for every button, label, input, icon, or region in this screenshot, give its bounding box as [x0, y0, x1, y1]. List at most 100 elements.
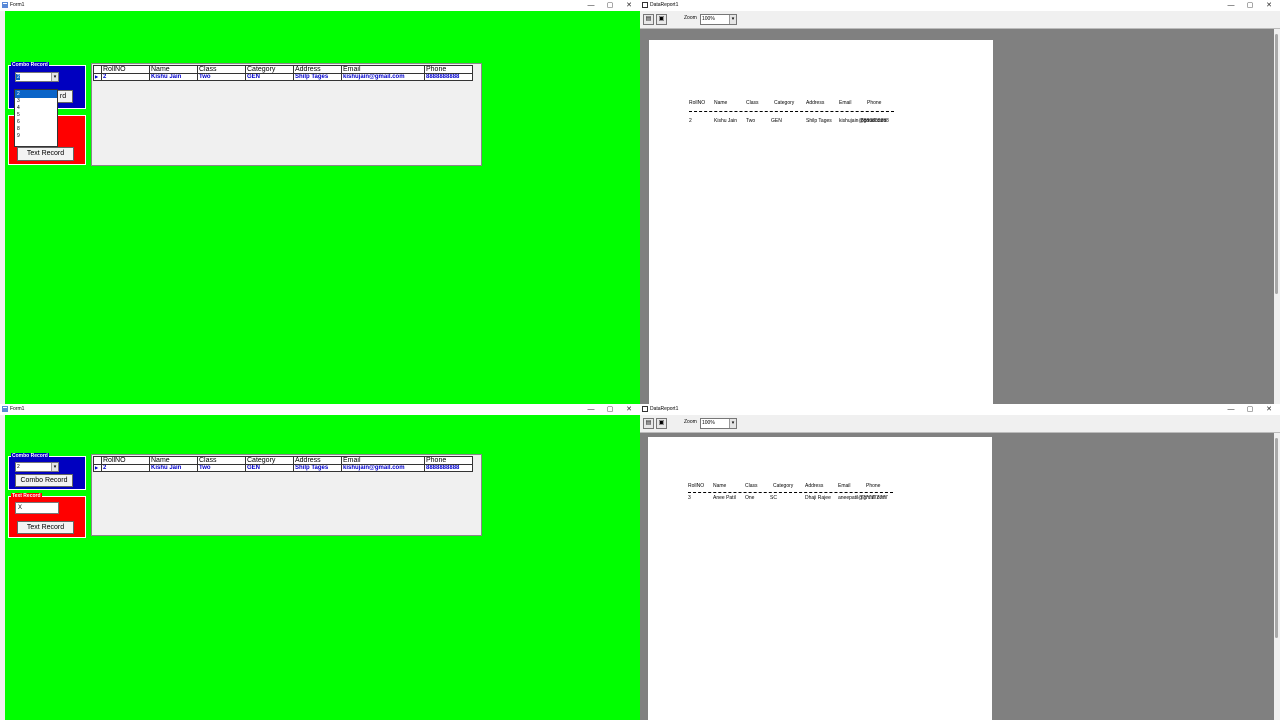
table-cell[interactable]: kishujain@gmail.com — [341, 464, 425, 472]
combo-dropdown-list[interactable]: 2 3 4 5 6 8 9 — [14, 89, 58, 147]
row-indicator-icon: ▶ — [93, 464, 102, 472]
title-bar: DataReport1 — ▢ ✕ — [640, 0, 1280, 11]
table-cell[interactable]: Kishu Jain — [149, 464, 198, 472]
chevron-down-icon[interactable]: ▾ — [729, 15, 736, 24]
chevron-down-icon[interactable]: ▾ — [51, 73, 58, 81]
window-title: DataReport1 — [650, 2, 679, 8]
minimize-button[interactable]: — — [582, 404, 600, 415]
data-grid[interactable]: RollNO Name Class Category Address Email… — [91, 454, 482, 536]
record-combo[interactable]: 2 ▾ — [15, 462, 59, 472]
chevron-down-icon[interactable]: ▾ — [51, 463, 58, 471]
close-button[interactable]: ✕ — [620, 0, 638, 11]
table-cell[interactable]: 2 — [101, 464, 150, 472]
table-cell[interactable]: Shilp Tages — [293, 73, 342, 81]
dropdown-option[interactable]: 5 — [15, 112, 57, 119]
table-cell[interactable]: GEN — [245, 464, 294, 472]
dropdown-option[interactable]: 9 — [15, 133, 57, 140]
report-header: Name — [713, 483, 727, 489]
table-cell[interactable]: 8888888888 — [424, 73, 473, 81]
zoom-label: Zoom — [684, 419, 697, 425]
column-header[interactable]: Phone — [424, 65, 473, 74]
minimize-button[interactable]: — — [1222, 404, 1240, 415]
table-cell[interactable]: Two — [197, 464, 246, 472]
button-label: Text Record — [26, 150, 65, 157]
text-record-input[interactable]: X — [15, 502, 59, 514]
maximize-button[interactable]: ▢ — [601, 404, 619, 415]
table-cell[interactable]: Two — [197, 73, 246, 81]
scrollbar-thumb[interactable] — [1275, 34, 1278, 294]
printer-icon[interactable]: ▤ — [643, 418, 654, 429]
close-button[interactable]: ✕ — [620, 404, 638, 415]
column-header[interactable]: Name — [149, 65, 198, 74]
column-header[interactable]: Name — [149, 456, 198, 465]
dropdown-option[interactable]: 2 — [15, 90, 57, 98]
report-value: 3 — [688, 495, 691, 501]
table-cell[interactable]: Kishu Jain — [149, 73, 198, 81]
report-header: Email — [839, 100, 852, 106]
report-value: Shilp Tages — [806, 118, 832, 124]
minimize-button[interactable]: — — [1222, 0, 1240, 11]
vertical-scrollbar[interactable] — [1274, 433, 1280, 720]
vertical-scrollbar[interactable] — [1274, 29, 1280, 404]
table-cell[interactable]: kishujain@gmail.com — [341, 73, 425, 81]
zoom-value: 100% — [702, 420, 715, 426]
column-header[interactable]: Address — [293, 456, 342, 465]
column-header[interactable]: Email — [341, 456, 425, 465]
report-value: One — [745, 495, 755, 501]
data-grid[interactable]: RollNO Name Class Category Address Email… — [91, 63, 482, 166]
report-header: Address — [805, 483, 824, 489]
column-header[interactable]: RollNO — [101, 456, 150, 465]
dropdown-option[interactable]: 4 — [15, 105, 57, 112]
column-header[interactable]: Email — [341, 65, 425, 74]
dropdown-option[interactable]: 8 — [15, 126, 57, 133]
report-viewport: RollNO Name Class Category Address Email… — [640, 29, 1280, 404]
column-header[interactable]: RollNO — [101, 65, 150, 74]
text-record-button[interactable]: Text Record — [17, 521, 74, 534]
export-icon[interactable]: ▣ — [656, 14, 667, 25]
zoom-select[interactable]: 100% ▾ — [700, 14, 737, 25]
form-window-bottom: Form1 — ▢ ✕ Combo Record 2 ▾ Combo Recor… — [0, 404, 640, 720]
column-header[interactable]: Phone — [424, 456, 473, 465]
dropdown-option[interactable]: 6 — [15, 119, 57, 126]
report-icon — [642, 2, 648, 8]
column-header[interactable]: Category — [245, 65, 294, 74]
report-value: SC — [770, 495, 777, 501]
minimize-button[interactable]: — — [582, 0, 600, 11]
combo-record-button[interactable]: Combo Record — [15, 474, 73, 487]
table-cell[interactable]: 8888888888 — [424, 464, 473, 472]
table-cell[interactable]: GEN — [245, 73, 294, 81]
frame-label: Text Record — [11, 493, 42, 499]
window-title: Form1 — [10, 2, 25, 8]
maximize-button[interactable]: ▢ — [1241, 404, 1259, 415]
button-label: Combo Record — [20, 477, 68, 484]
maximize-button[interactable]: ▢ — [1241, 0, 1259, 11]
export-icon[interactable]: ▣ — [656, 418, 667, 429]
table-cell[interactable]: 2 — [101, 73, 150, 81]
zoom-select[interactable]: 100% ▾ — [700, 418, 737, 429]
report-toolbar: ▤ ▣ Zoom 100% ▾ — [640, 415, 1280, 433]
chevron-down-icon[interactable]: ▾ — [729, 419, 736, 428]
scrollbar-thumb[interactable] — [1275, 438, 1278, 638]
column-header[interactable]: Address — [293, 65, 342, 74]
grid-corner — [93, 65, 102, 74]
table-row[interactable]: ▶ 2 Kishu Jain Two GEN Shilp Tages kishu… — [93, 464, 473, 472]
table-row[interactable]: ▶ 2 Kishu Jain Two GEN Shilp Tages kishu… — [93, 73, 473, 81]
column-header[interactable]: Class — [197, 456, 246, 465]
maximize-button[interactable]: ▢ — [601, 0, 619, 11]
report-header: Address — [806, 100, 825, 106]
close-button[interactable]: ✕ — [1260, 0, 1278, 11]
record-combo[interactable]: 2 ▾ — [15, 72, 59, 82]
text-record-button[interactable]: Text Record — [17, 147, 74, 161]
grid-corner — [93, 456, 102, 465]
combo-value: 2 — [16, 74, 20, 80]
report-header: Name — [714, 100, 728, 106]
column-header[interactable]: Class — [197, 65, 246, 74]
window-title: Form1 — [10, 406, 25, 412]
report-viewport: RollNO Name Class Category Address Email… — [640, 433, 1280, 720]
printer-icon[interactable]: ▤ — [643, 14, 654, 25]
table-cell[interactable]: Shilp Tages — [293, 464, 342, 472]
close-button[interactable]: ✕ — [1260, 404, 1278, 415]
dropdown-option[interactable]: 3 — [15, 98, 57, 105]
row-indicator-icon: ▶ — [93, 73, 102, 81]
column-header[interactable]: Category — [245, 456, 294, 465]
